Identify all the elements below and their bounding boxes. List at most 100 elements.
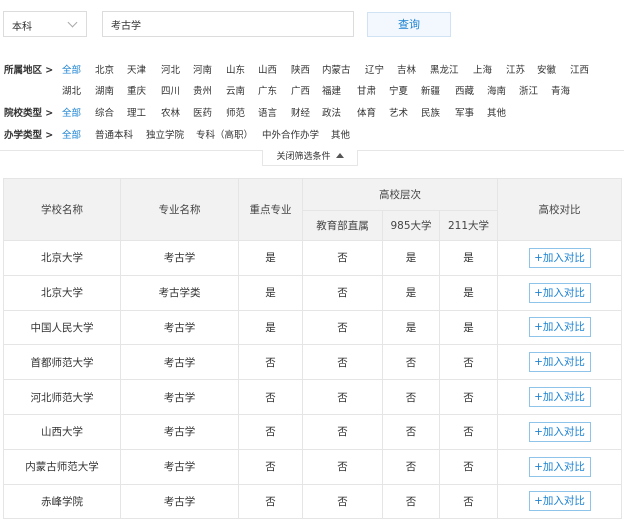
cell-moe: 否: [302, 448, 383, 485]
filter-option-region[interactable]: 辽宁: [365, 62, 384, 76]
cell-985: 否: [382, 379, 440, 415]
filter-option-region[interactable]: 湖北: [62, 83, 81, 97]
filter-option-region[interactable]: 西藏: [455, 83, 474, 97]
filter-option-run-type[interactable]: 全部: [62, 127, 81, 141]
cell-211: 是: [438, 240, 499, 276]
filter-option-school-type[interactable]: 政法: [322, 105, 341, 119]
filter-option-region[interactable]: 江西: [570, 62, 589, 76]
add-to-compare-button[interactable]: +加入对比: [528, 352, 591, 373]
filter-option-school-type[interactable]: 理工: [127, 105, 146, 119]
filter-option-school-type[interactable]: 民族: [421, 105, 440, 119]
cell-school: 河北师范大学: [3, 379, 121, 415]
filter-option-region[interactable]: 广东: [258, 83, 277, 97]
filter-row-region: 所属地区 > 全部 北京 天津 河北 河南 山东 山西 陕西 内蒙古 辽宁 吉林 黑龙江 上海 江苏 安徽 江西: [0, 62, 624, 78]
cell-compare: +加入对比: [497, 413, 623, 450]
filter-option-region[interactable]: 河南: [193, 62, 212, 76]
filter-option-run-type[interactable]: 独立学院: [146, 127, 184, 141]
filter-option-region[interactable]: 海南: [487, 83, 506, 97]
cell-major: 考古学: [120, 483, 239, 519]
filter-option-region[interactable]: 安徽: [537, 62, 556, 76]
filter-option-region[interactable]: 贵州: [193, 83, 212, 97]
col-header-level-group: 高校层次: [301, 178, 499, 211]
add-to-compare-button[interactable]: +加入对比: [528, 387, 591, 408]
filter-option-run-type[interactable]: 专科（高职）: [196, 127, 253, 141]
filter-option-region[interactable]: 广西: [291, 83, 310, 97]
cell-school: 北京大学: [3, 240, 121, 276]
cell-211: 否: [438, 344, 499, 381]
col-header-major: 专业名称: [120, 178, 239, 241]
filter-option-region[interactable]: 福建: [322, 83, 341, 97]
cell-211: 是: [438, 309, 499, 346]
filter-option-region[interactable]: 青海: [551, 83, 570, 97]
filter-option-region[interactable]: 北京: [95, 62, 114, 76]
filter-option-region[interactable]: 甘肃: [357, 83, 376, 97]
cell-compare: +加入对比: [497, 274, 623, 311]
add-to-compare-button[interactable]: +加入对比: [528, 247, 591, 268]
filter-option-region[interactable]: 宁夏: [389, 83, 408, 97]
filter-option-region[interactable]: 黑龙江: [430, 62, 459, 76]
level-select[interactable]: 本科: [3, 11, 87, 37]
filter-option-school-type[interactable]: 其他: [487, 105, 506, 119]
cell-moe: 否: [302, 344, 383, 381]
search-bar: 本科 查询: [0, 11, 624, 39]
cell-compare: +加入对比: [497, 344, 623, 381]
filter-option-run-type[interactable]: 中外合作办学: [262, 127, 319, 141]
filter-option-region[interactable]: 云南: [226, 83, 245, 97]
filter-option-school-type[interactable]: 体育: [357, 105, 376, 119]
filter-option-region[interactable]: 天津: [127, 62, 146, 76]
add-to-compare-button[interactable]: +加入对比: [528, 282, 591, 303]
filter-option-region[interactable]: 湖南: [95, 83, 114, 97]
cell-school: 首都师范大学: [3, 344, 121, 381]
add-to-compare-button[interactable]: +加入对比: [528, 456, 591, 477]
filter-option-region[interactable]: 山西: [258, 62, 277, 76]
filter-option-region[interactable]: 重庆: [127, 83, 146, 97]
filter-option-region[interactable]: 浙江: [519, 83, 538, 97]
filter-option-region[interactable]: 河北: [161, 62, 180, 76]
table-row: 北京大学 考古学类是否是是 +加入对比: [3, 274, 623, 311]
add-to-compare-button[interactable]: +加入对比: [528, 317, 591, 338]
filter-label-school-type: 院校类型 >: [4, 108, 54, 119]
add-to-compare-button[interactable]: +加入对比: [528, 491, 591, 512]
filter-option-region[interactable]: 陕西: [291, 62, 310, 76]
filter-option-region[interactable]: 吉林: [397, 62, 416, 76]
filter-label-run-type: 办学类型 >: [4, 130, 54, 141]
table-row: 河北师范大学 考古学否否否否 +加入对比: [3, 379, 623, 415]
filter-option-school-type[interactable]: 综合: [95, 105, 114, 119]
filter-option-run-type[interactable]: 其他: [331, 127, 350, 141]
cell-school: 山西大学: [3, 413, 121, 450]
cell-major: 考古学类: [120, 274, 239, 311]
cell-moe: 否: [302, 379, 383, 415]
filter-option-school-type[interactable]: 军事: [455, 105, 474, 119]
cell-985: 否: [382, 413, 440, 450]
collapse-filters-button[interactable]: 关闭筛选条件: [262, 150, 358, 166]
filter-option-region[interactable]: 新疆: [421, 83, 440, 97]
filter-option-school-type[interactable]: 全部: [62, 105, 81, 119]
filter-option-region[interactable]: 上海: [473, 62, 492, 76]
filter-row-school-type: 院校类型 > 全部 综合 理工 农林 医药 师范 语言 财经 政法 体育 艺术 民族 军事 其他: [0, 105, 624, 121]
filter-option-run-type[interactable]: 普通本科: [95, 127, 133, 141]
col-header-compare: 高校对比: [497, 178, 623, 241]
filter-option-school-type[interactable]: 语言: [258, 105, 277, 119]
filter-option-region[interactable]: 江苏: [506, 62, 525, 76]
col-header-key-major: 重点专业: [238, 178, 303, 241]
filter-option-school-type[interactable]: 师范: [226, 105, 245, 119]
search-input[interactable]: [102, 11, 354, 37]
table-row: 山西大学 考古学否否否否 +加入对比: [3, 413, 623, 450]
cell-moe: 否: [302, 240, 383, 276]
cell-211: 否: [438, 379, 499, 415]
filter-option-region[interactable]: 四川: [161, 83, 180, 97]
cell-key-major: 是: [238, 274, 303, 311]
filter-option-school-type[interactable]: 医药: [193, 105, 212, 119]
search-button[interactable]: 查询: [367, 12, 451, 37]
filter-option-region[interactable]: 山东: [226, 62, 245, 76]
filter-option-school-type[interactable]: 农林: [161, 105, 180, 119]
collapse-filters-label: 关闭筛选条件: [276, 152, 331, 162]
filter-option-school-type[interactable]: 艺术: [389, 105, 408, 119]
filter-option-region[interactable]: 内蒙古: [322, 62, 351, 76]
filter-option-school-type[interactable]: 财经: [291, 105, 310, 119]
add-to-compare-button[interactable]: +加入对比: [528, 421, 591, 442]
col-header-moe: 教育部直属: [302, 210, 383, 241]
filter-option-region[interactable]: 全部: [62, 62, 81, 76]
cell-major: 考古学: [120, 413, 239, 450]
table-row: 首都师范大学 考古学否否否否 +加入对比: [3, 344, 623, 381]
